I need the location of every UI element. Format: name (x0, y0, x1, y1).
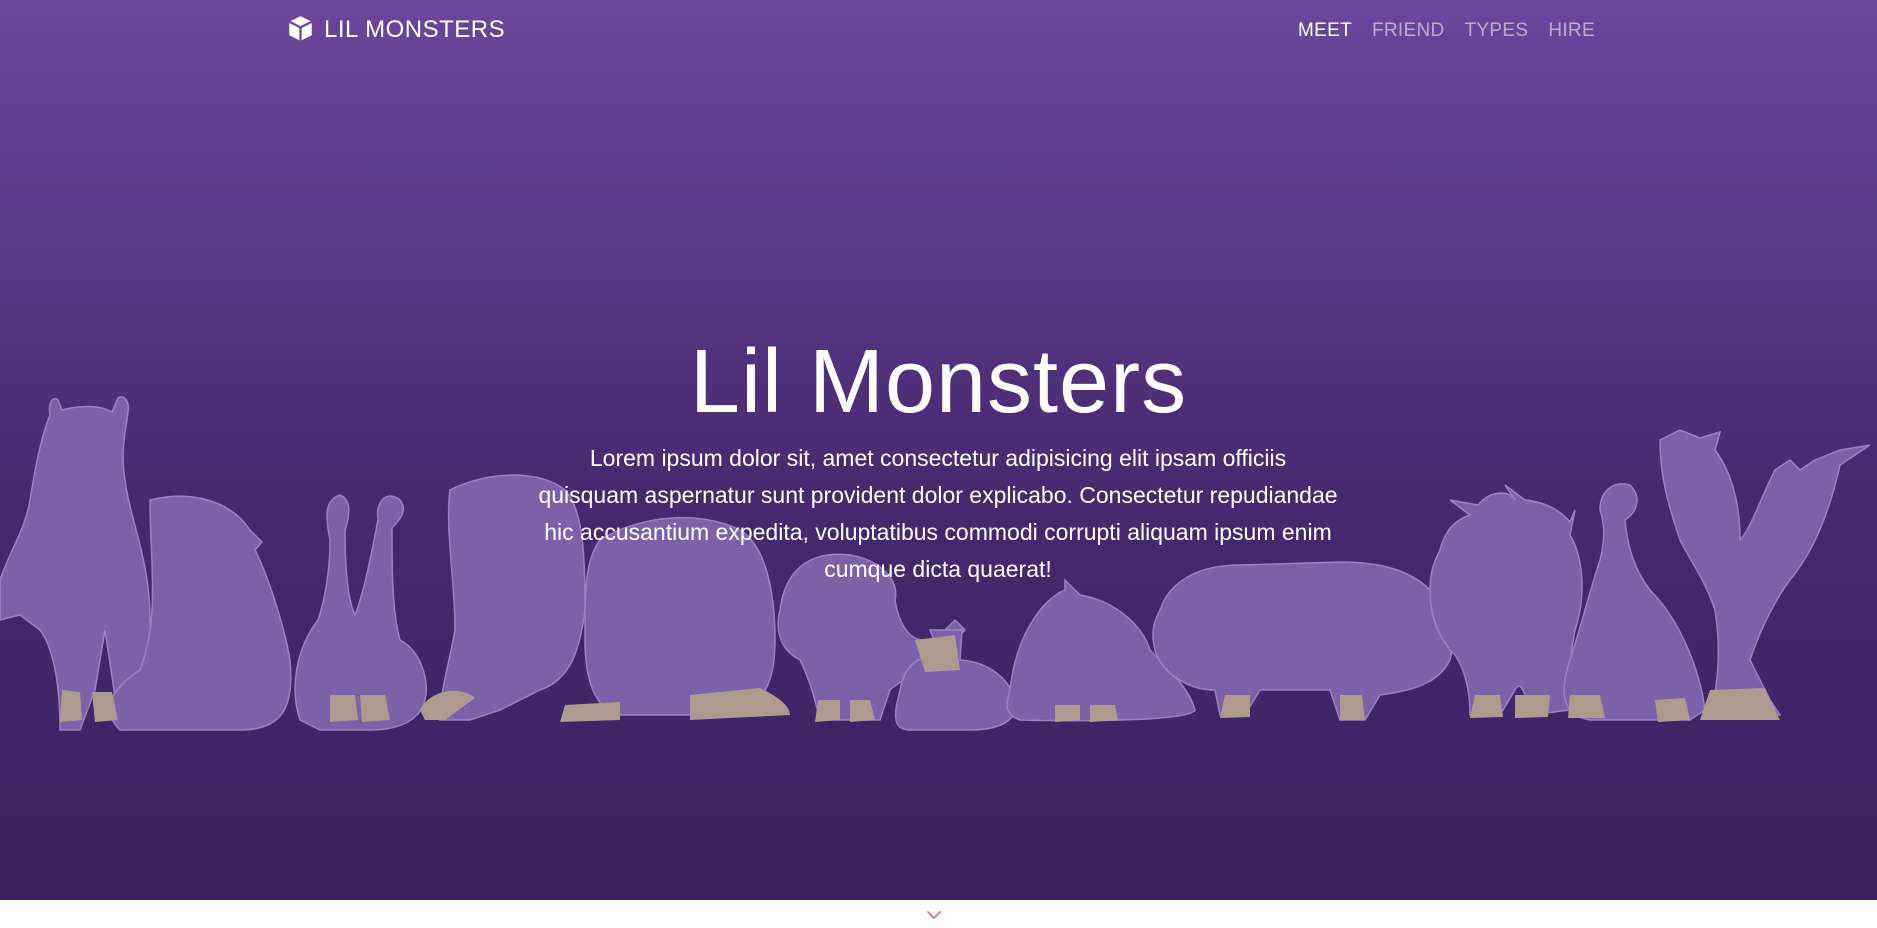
brand-logo-link[interactable]: LIL MONSTERS (287, 13, 505, 47)
hero-title: Lil Monsters (689, 332, 1188, 432)
nav-meet-link[interactable]: MEET (1298, 20, 1352, 42)
nav-types-link[interactable]: TYPES (1465, 20, 1529, 42)
hero-lead-text: Lorem ipsum dolor sit, amet consectetur … (538, 445, 1338, 582)
hero-section: LIL MONSTERS MEET FRIEND TYPES HIRE Lil … (0, 0, 1877, 900)
chevron-down-icon[interactable] (924, 906, 944, 924)
nav-hire-link[interactable]: HIRE (1548, 20, 1595, 42)
cube-icon (287, 15, 314, 46)
nav-friend-link[interactable]: FRIEND (1372, 20, 1445, 42)
main-nav: MEET FRIEND TYPES HIRE (1298, 20, 1595, 42)
brand-name: LIL MONSTERS (324, 16, 506, 43)
